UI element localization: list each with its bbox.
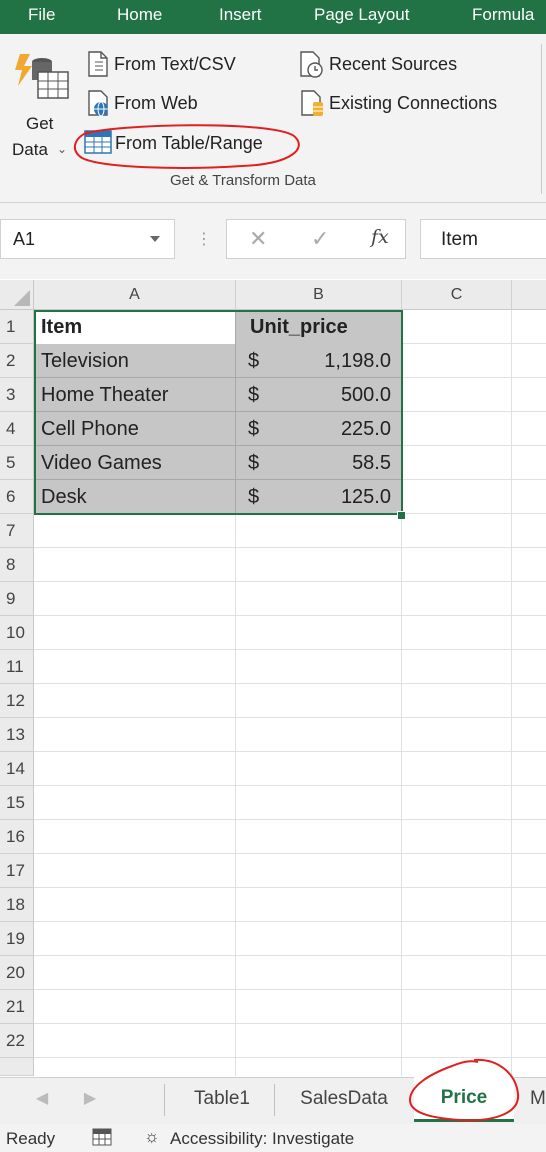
row-header[interactable]: 9: [0, 582, 34, 616]
gridline: [34, 1023, 546, 1024]
gridline: [34, 649, 546, 650]
get-data-label[interactable]: Get: [26, 114, 53, 134]
gridline: [34, 683, 546, 684]
web-icon: [86, 90, 112, 123]
gridline: [34, 785, 546, 786]
accessibility-status[interactable]: Accessibility: Investigate: [170, 1129, 354, 1149]
annotation-circle: [408, 1058, 520, 1122]
status-bar: Ready ☼ Accessibility: Investigate: [0, 1124, 546, 1152]
row-header[interactable]: 13: [0, 718, 34, 752]
row-header[interactable]: 8: [0, 548, 34, 582]
existing-connections-icon: [300, 90, 326, 123]
tab-insert[interactable]: Insert: [219, 0, 262, 34]
row-header[interactable]: 11: [0, 650, 34, 684]
from-text-csv-button[interactable]: From Text/CSV: [114, 54, 236, 75]
recent-sources-icon: [298, 51, 326, 84]
ribbon-tab-bar: File Home Insert Page Layout Formula: [0, 0, 546, 34]
get-data-button[interactable]: [12, 52, 72, 104]
row-header[interactable]: 21: [0, 990, 34, 1024]
formula-content: Item: [441, 229, 478, 250]
gridline: [34, 751, 546, 752]
name-box-value: A1: [13, 229, 36, 249]
row-header[interactable]: 18: [0, 888, 34, 922]
gridline: [511, 310, 512, 1076]
row-header[interactable]: 12: [0, 684, 34, 718]
status-ready: Ready: [6, 1129, 56, 1148]
tab-separator: [274, 1084, 275, 1116]
formula-input[interactable]: Item: [420, 219, 546, 259]
row-header[interactable]: 2: [0, 344, 34, 378]
column-header-d[interactable]: [512, 280, 546, 310]
gridline: [34, 887, 546, 888]
chevron-down-icon[interactable]: ⌄: [57, 142, 67, 156]
row-header[interactable]: 10: [0, 616, 34, 650]
cancel-icon[interactable]: ✕: [249, 226, 267, 252]
tab-file[interactable]: File: [28, 0, 55, 34]
row-header[interactable]: 19: [0, 922, 34, 956]
cell-mode-icon[interactable]: [92, 1128, 112, 1151]
scroll-left-icon[interactable]: ◀: [30, 1078, 54, 1122]
ribbon-data-group: Get Data ⌄ From Text/CSV From Web From T…: [0, 34, 546, 203]
gridline: [34, 853, 546, 854]
gridline: [34, 921, 546, 922]
row-header[interactable]: 4: [0, 412, 34, 446]
insert-function-icon[interactable]: fx: [371, 226, 389, 248]
row-header[interactable]: 20: [0, 956, 34, 990]
row-header[interactable]: 22: [0, 1024, 34, 1058]
name-box-dropdown-icon[interactable]: [150, 236, 160, 242]
name-box[interactable]: A1: [0, 219, 175, 259]
group-label: Get & Transform Data: [170, 172, 316, 189]
row-header[interactable]: [0, 1058, 34, 1076]
column-header-b[interactable]: B: [236, 280, 402, 310]
existing-connections-button[interactable]: Existing Connections: [329, 93, 497, 114]
fill-handle[interactable]: [397, 511, 406, 520]
row-header[interactable]: 14: [0, 752, 34, 786]
selection-range: [34, 310, 403, 515]
column-header-c[interactable]: C: [402, 280, 512, 310]
worksheet-grid: A B C 1 2 3 4 5 6 7 8 9 10 11 12 13 14 1…: [0, 280, 546, 1076]
get-data-icon: [15, 54, 69, 99]
row-header[interactable]: 7: [0, 514, 34, 548]
row-header[interactable]: 6: [0, 480, 34, 514]
gridline: [34, 819, 546, 820]
sheet-tab-table1[interactable]: Table1: [170, 1078, 274, 1122]
more-options-icon[interactable]: ⋮: [196, 229, 212, 249]
text-file-icon: [86, 51, 110, 82]
sheet-tab-salesdata[interactable]: SalesData: [280, 1078, 408, 1122]
gridline: [34, 955, 546, 956]
select-all-corner[interactable]: [0, 280, 34, 310]
gridline: [34, 547, 546, 548]
gridline: [34, 615, 546, 616]
scroll-right-icon[interactable]: ▶: [78, 1078, 102, 1122]
formula-buttons: ✕ ✓ fx: [226, 219, 406, 259]
row-header[interactable]: 3: [0, 378, 34, 412]
row-header[interactable]: 16: [0, 820, 34, 854]
annotation-circle: [73, 124, 300, 169]
accessibility-icon[interactable]: ☼: [144, 1127, 160, 1147]
sheet-tab-more[interactable]: M: [530, 1078, 546, 1122]
gridline: [34, 717, 546, 718]
from-web-button[interactable]: From Web: [114, 93, 198, 114]
row-header[interactable]: 17: [0, 854, 34, 888]
recent-sources-button[interactable]: Recent Sources: [329, 54, 457, 75]
row-header[interactable]: 1: [0, 310, 34, 344]
tab-formulas[interactable]: Formula: [472, 0, 534, 34]
tab-page-layout[interactable]: Page Layout: [314, 0, 409, 34]
enter-icon[interactable]: ✓: [311, 226, 329, 252]
column-header-a[interactable]: A: [34, 280, 236, 310]
tab-separator: [164, 1084, 165, 1116]
formula-bar-area: A1 ⋮ ✕ ✓ fx Item: [0, 203, 546, 279]
get-data-label-2[interactable]: Data: [12, 140, 48, 160]
row-header[interactable]: 5: [0, 446, 34, 480]
ribbon-separator: [541, 44, 542, 194]
tab-home[interactable]: Home: [117, 0, 162, 34]
sheet-tab-bar: ◀ ▶ Table1 SalesData Price M: [0, 1058, 546, 1124]
gridline: [34, 989, 546, 990]
row-header[interactable]: 15: [0, 786, 34, 820]
gridline: [34, 581, 546, 582]
